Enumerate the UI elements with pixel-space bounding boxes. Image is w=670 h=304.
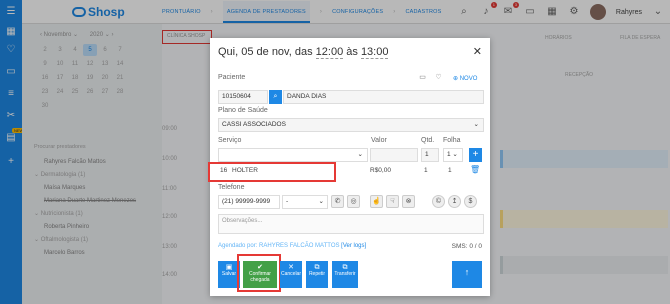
chevron-down-icon: ⌄ <box>473 121 479 128</box>
service-sheet: 1 <box>448 167 452 174</box>
id-card-icon[interactable]: ▭ <box>416 71 429 84</box>
trash-icon[interactable]: 🗑 <box>470 165 480 174</box>
sms-counter: SMS: 0 / 0 <box>451 243 482 250</box>
notes-field[interactable]: Observações... <box>218 214 484 234</box>
upload-icon[interactable]: ↥ <box>448 195 461 208</box>
plan-label: Plano de Saúde <box>218 107 268 114</box>
arrow-up-icon: ↑ <box>464 267 470 277</box>
copyright-icon[interactable]: © <box>432 195 445 208</box>
add-service-button[interactable]: + <box>469 148 482 162</box>
sheet-label: Folha <box>443 137 461 144</box>
status-actions: ☝ ☟ ⊗ <box>370 195 415 208</box>
heart-icon[interactable]: ♡ <box>432 71 445 84</box>
phone-field[interactable]: (21) 99999-9999 <box>218 195 280 209</box>
whatsapp-icon[interactable]: ◎ <box>347 195 360 208</box>
service-label: Serviço <box>218 137 242 144</box>
search-icon[interactable]: ⌕ <box>269 90 282 104</box>
phone-type-value: - <box>286 198 289 205</box>
value-label: Valor <box>371 137 387 144</box>
sheet-select[interactable]: 1 ⌄ <box>443 148 463 162</box>
extra-actions: © ↥ $ <box>432 195 477 208</box>
modal-title: Qui, 05 de nov, das 12:00 às 13:00 <box>218 46 389 59</box>
chevron-down-icon: ⌄ <box>357 151 363 158</box>
service-value: R$0,00 <box>370 167 391 174</box>
start-time[interactable]: 12:00 <box>315 46 344 59</box>
health-plan-select[interactable]: CASSI ASSOCIADOS ⌄ <box>218 118 484 132</box>
cancel-label: Cancelar <box>280 271 301 277</box>
phone-type-select[interactable]: - ⌄ <box>282 195 328 209</box>
transfer-button[interactable]: ⧉ Transferir <box>332 261 358 288</box>
transfer-label: Transferir <box>334 271 356 277</box>
phone-actions: ✆ ◎ <box>331 195 360 208</box>
patient-id-field[interactable]: 10150604 <box>218 90 268 104</box>
highlight-box <box>208 162 336 182</box>
phone-label: Telefone <box>218 184 245 191</box>
repeat-label: Repetir <box>308 271 326 277</box>
cancel-circle-icon[interactable]: ⊗ <box>402 195 415 208</box>
patient-label: Paciente <box>218 74 246 81</box>
title-date: Qui, 05 de nov, das <box>218 46 313 58</box>
thumbs-up-icon[interactable]: ☝ <box>370 195 383 208</box>
appointment-modal: Qui, 05 de nov, das 12:00 às 13:00 ✕ Pac… <box>208 38 490 296</box>
scheduled-by-text: Agendado por: RAHYRES FALCÃO MATTOS <box>218 243 340 249</box>
chevron-down-icon: ⌄ <box>318 198 324 205</box>
close-icon[interactable]: ✕ <box>473 45 482 58</box>
phone-icon[interactable]: ✆ <box>331 195 344 208</box>
thumbs-down-icon[interactable]: ☟ <box>386 195 399 208</box>
title-connector: às <box>346 46 358 58</box>
dollar-icon[interactable]: $ <box>464 195 477 208</box>
scheduled-by: Agendado por: RAHYRES FALCÃO MATTOS [Ver… <box>218 243 366 249</box>
new-label: NOVO <box>459 76 478 82</box>
new-patient-link[interactable]: ⊕ NOVO <box>453 75 477 82</box>
service-select[interactable]: ⌄ <box>218 148 368 162</box>
scroll-up-button[interactable]: ↑ <box>452 261 482 288</box>
sheet-value: 1 <box>447 151 451 158</box>
value-field[interactable] <box>370 148 418 162</box>
highlight-box <box>237 254 281 292</box>
qty-label: Qtd. <box>421 137 435 144</box>
save-label: Salvar <box>221 271 237 277</box>
service-qty: 1 <box>424 167 428 174</box>
repeat-button[interactable]: ⧉ Repetir <box>306 261 328 288</box>
cancel-button[interactable]: ✕ Cancelar <box>280 261 302 288</box>
qty-field[interactable]: 1 <box>421 148 439 162</box>
patient-name-field[interactable]: DANDA DIAS <box>283 90 484 104</box>
view-logs-link[interactable]: [Ver logs] <box>341 243 366 249</box>
plan-value: CASSI ASSOCIADOS <box>222 121 286 128</box>
end-time[interactable]: 13:00 <box>360 46 389 59</box>
